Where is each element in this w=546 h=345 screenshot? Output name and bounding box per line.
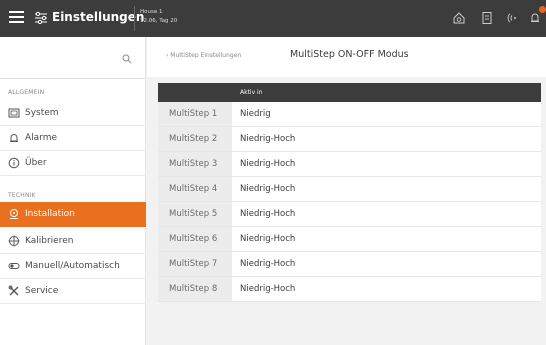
sidebar: ALLGEMEIN System Alarme Über TECHNIK Ins… (0, 37, 146, 345)
divider (0, 78, 146, 79)
toggle-icon (8, 263, 20, 269)
row-label: MultiStep 7 (158, 252, 232, 276)
sidebar-item-service[interactable]: Service (0, 279, 146, 304)
sidebar-item-uber[interactable]: Über (0, 151, 146, 176)
calibrate-icon (8, 235, 20, 247)
sidebar-item-label: Über (25, 158, 47, 168)
house-info[interactable]: House 1 12.06, Tag 20 (140, 8, 177, 26)
notification-badge (539, 6, 546, 13)
sidebar-item-label: Kalibrieren (25, 236, 74, 246)
app-title: Einstellungen (52, 10, 145, 24)
table-header: Aktiv in (158, 83, 541, 102)
menu-icon[interactable] (9, 11, 24, 25)
bell-icon[interactable] (528, 11, 542, 25)
multistep-table: Aktiv in MultiStep 1 Niedrig MultiStep 2… (158, 83, 541, 302)
breadcrumb[interactable]: ‹ MultiStep Einstellungen (166, 52, 241, 59)
sidebar-item-system[interactable]: System (0, 101, 146, 126)
section-label-technik: TECHNIK (8, 192, 36, 199)
sidebar-item-label: Alarme (25, 133, 58, 143)
row-value[interactable]: Niedrig-Hoch (232, 127, 541, 151)
table-row[interactable]: MultiStep 7 Niedrig-Hoch (158, 252, 541, 277)
row-value[interactable]: Niedrig-Hoch (232, 202, 541, 226)
section-label-allgemein: ALLGEMEIN (8, 89, 45, 96)
installation-icon (10, 209, 18, 219)
table-row[interactable]: MultiStep 3 Niedrig-Hoch (158, 152, 541, 177)
table-row[interactable]: MultiStep 2 Niedrig-Hoch (158, 127, 541, 152)
house-date: 12.06, Tag 20 (140, 18, 178, 24)
search-icon[interactable] (122, 54, 132, 64)
sidebar-item-installation[interactable]: Installation (0, 202, 146, 227)
info-icon (8, 157, 20, 169)
row-label: MultiStep 2 (158, 127, 232, 151)
table-row[interactable]: MultiStep 5 Niedrig-Hoch (158, 202, 541, 227)
bell-icon (10, 134, 18, 142)
top-bar: Einstellungen House 1 12.06, Tag 20 (0, 0, 546, 37)
sidebar-item-label: Service (25, 286, 59, 296)
sidebar-item-kalibrieren[interactable]: Kalibrieren (0, 229, 146, 254)
table-row[interactable]: MultiStep 8 Niedrig-Hoch (158, 277, 541, 302)
row-value[interactable]: Niedrig (232, 102, 541, 126)
row-value[interactable]: Niedrig-Hoch (232, 177, 541, 201)
system-icon (8, 108, 20, 118)
sidebar-item-alarme[interactable]: Alarme (0, 126, 146, 151)
divider (134, 6, 135, 31)
home-icon[interactable] (452, 11, 466, 25)
tools-icon (8, 285, 19, 296)
row-label: MultiStep 5 (158, 202, 232, 226)
sidebar-item-label: Manuell/Automatisch (25, 261, 120, 271)
wireless-icon[interactable] (506, 11, 520, 25)
page-title: MultiStep ON-OFF Modus (290, 49, 409, 60)
document-icon[interactable] (480, 11, 494, 25)
row-label: MultiStep 4 (158, 177, 232, 201)
sidebar-item-manuell-automatisch[interactable]: Manuell/Automatisch (0, 254, 146, 279)
row-label: MultiStep 8 (158, 277, 232, 301)
row-value[interactable]: Niedrig-Hoch (232, 252, 541, 276)
row-value[interactable]: Niedrig-Hoch (232, 227, 541, 251)
table-row[interactable]: MultiStep 4 Niedrig-Hoch (158, 177, 541, 202)
sliders-icon (35, 11, 47, 25)
table-row[interactable]: MultiStep 1 Niedrig (158, 102, 541, 127)
row-label: MultiStep 3 (158, 152, 232, 176)
sidebar-item-label: System (25, 108, 59, 118)
row-value[interactable]: Niedrig-Hoch (232, 152, 541, 176)
row-label: MultiStep 1 (158, 102, 232, 126)
row-value[interactable]: Niedrig-Hoch (232, 277, 541, 301)
house-name: House 1 (140, 9, 163, 15)
table-row[interactable]: MultiStep 6 Niedrig-Hoch (158, 227, 541, 252)
column-header-aktiv-in: Aktiv in (240, 89, 263, 96)
row-label: MultiStep 6 (158, 227, 232, 251)
sidebar-item-label: Installation (25, 209, 75, 219)
